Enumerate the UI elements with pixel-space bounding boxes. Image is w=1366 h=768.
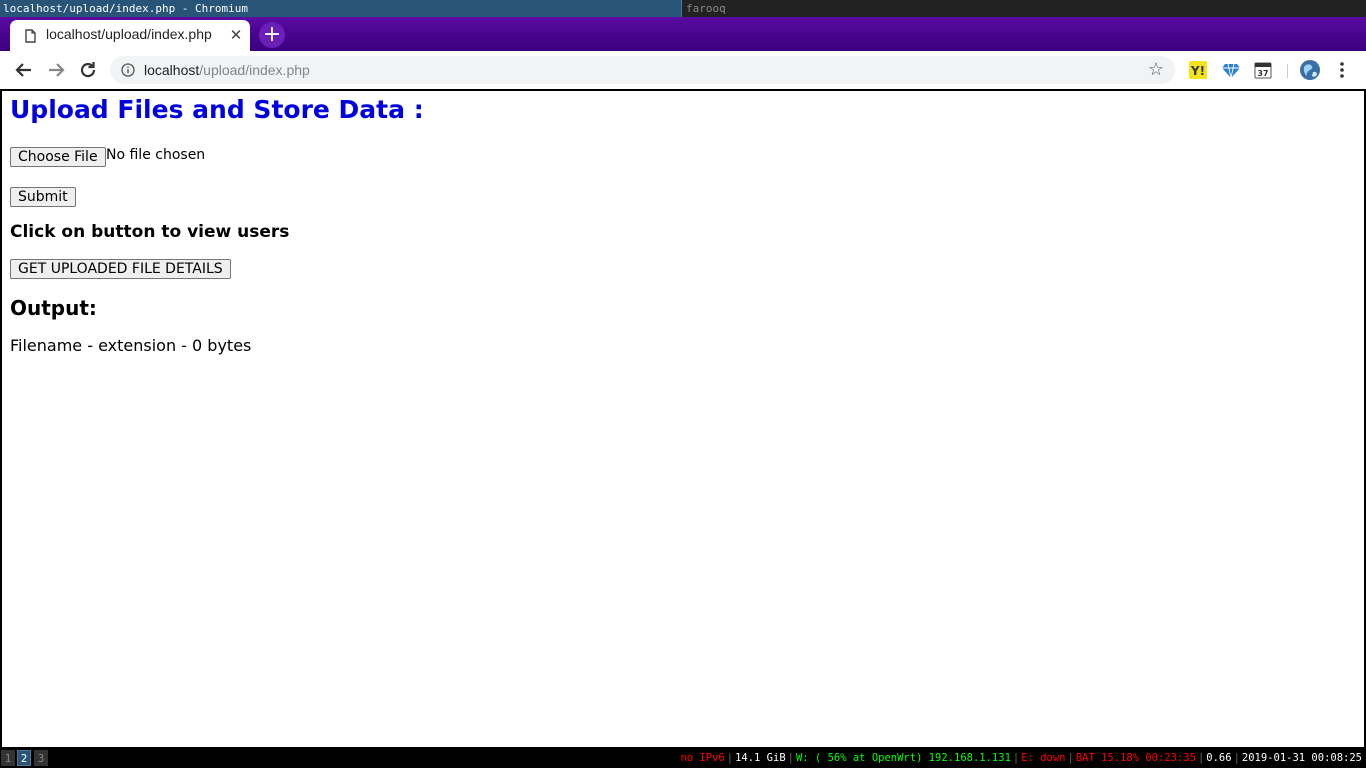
submit-button[interactable]: Submit (10, 187, 76, 207)
wm-status-bar: 1 2 3 no IPv6 | 14.1 GiB | W: ( 56% at OpenW… (0, 748, 1366, 768)
browser-toolbar: localhost/upload/index.php ☆ Y! 37 (0, 51, 1366, 89)
svg-text:Y!: Y! (1190, 64, 1205, 78)
url-path: /upload/index.php (199, 62, 310, 78)
wm-window-title-other[interactable]: farooq (683, 0, 1366, 17)
load-status: 0.66 (1206, 752, 1232, 764)
workspace-1[interactable]: 1 (1, 750, 15, 766)
star-icon[interactable]: ☆ (1145, 59, 1167, 81)
output-heading: Output: (10, 296, 97, 320)
view-users-heading: Click on button to view users (10, 222, 290, 242)
tab-title: localhost/upload/index.php (46, 26, 212, 42)
reload-icon[interactable] (76, 58, 100, 82)
ublock-extension-icon[interactable]: Y! (1188, 60, 1208, 80)
battery-status: BAT 15.18% 00:23:35 (1075, 752, 1196, 764)
close-icon[interactable]: ✕ (228, 26, 244, 44)
tab-strip: localhost/upload/index.php ✕ + (0, 17, 1366, 51)
wm-window-title-active[interactable]: localhost/upload/index.php - Chromium (0, 0, 682, 17)
back-arrow-icon[interactable] (12, 58, 36, 82)
datetime-status: 2019-01-31 00:08:25 (1241, 752, 1362, 764)
browser-tab[interactable]: localhost/upload/index.php ✕ (10, 20, 250, 51)
document-icon (25, 29, 36, 43)
page-content: Upload Files and Store Data : Choose Fil… (2, 89, 1364, 747)
page-title: Upload Files and Store Data : (10, 95, 424, 124)
ipv6-status: no IPv6 (680, 752, 725, 764)
output-text: Filename - extension - 0 bytes (10, 336, 252, 355)
wm-title-bar: localhost/upload/index.php - Chromium fa… (0, 0, 1366, 17)
url-text: localhost/upload/index.php (144, 61, 310, 79)
get-file-details-button[interactable]: GET UPLOADED FILE DETAILS (10, 259, 231, 279)
disk-status: 14.1 GiB (735, 752, 786, 764)
workspace-3[interactable]: 3 (34, 750, 48, 766)
workspace-2[interactable]: 2 (17, 750, 31, 766)
ethernet-status: E: down (1021, 752, 1066, 764)
forward-arrow-icon[interactable] (44, 58, 68, 82)
url-host: localhost (144, 62, 200, 78)
address-bar[interactable]: localhost/upload/index.php ☆ (110, 56, 1175, 84)
wifi-status: W: ( 56% at OpenWrt) 192.168.1.131 (795, 752, 1011, 764)
status-blocks: no IPv6 | 14.1 GiB | W: ( 56% at OpenWrt) 19… (680, 752, 1362, 764)
toolbar-divider (1287, 64, 1288, 78)
diamond-extension-icon[interactable] (1221, 60, 1241, 80)
svg-text:37: 37 (1257, 69, 1268, 78)
kebab-menu-icon[interactable] (1330, 58, 1354, 82)
choose-file-button[interactable]: Choose File (10, 147, 106, 167)
file-status-text: No file chosen (106, 147, 206, 163)
info-icon[interactable] (121, 63, 135, 77)
calendar-extension-icon[interactable]: 37 (1253, 60, 1273, 80)
plus-icon[interactable]: + (259, 22, 285, 48)
profile-avatar-icon[interactable] (1299, 59, 1321, 81)
